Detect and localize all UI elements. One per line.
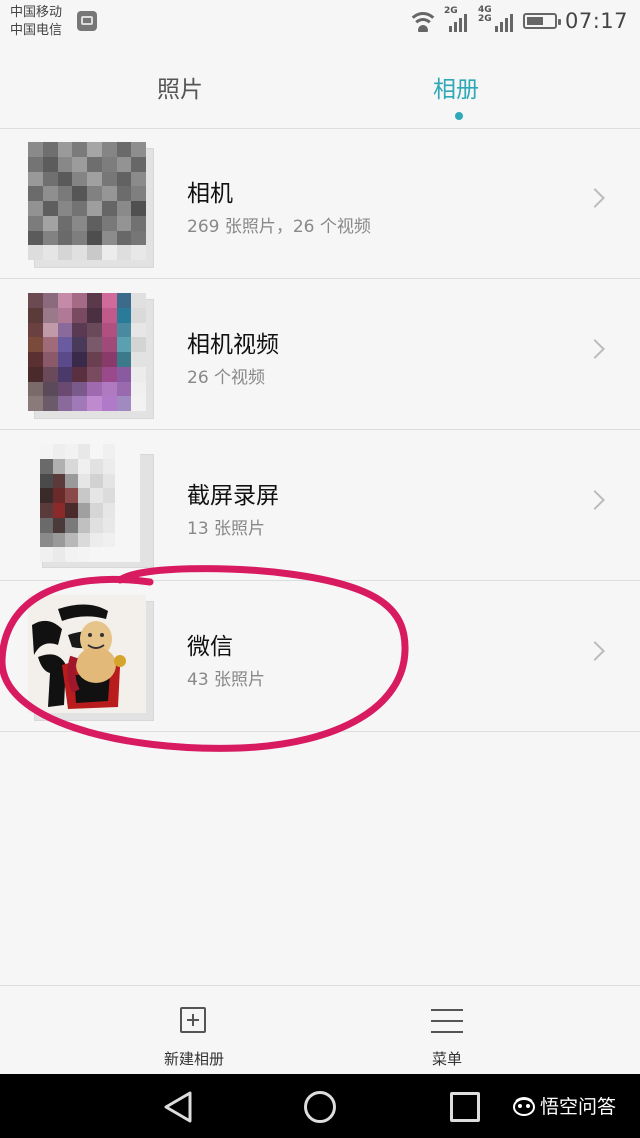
album-row-camera-video[interactable]: 相机视频 26 个视频: [0, 279, 640, 430]
album-row-wechat[interactable]: 微信 43 张照片: [0, 581, 640, 732]
album-count: 26 个视频: [187, 368, 266, 388]
tab-albums[interactable]: 相册: [433, 70, 479, 104]
album-name: 相机视频: [187, 332, 279, 358]
home-icon[interactable]: [304, 1091, 336, 1123]
gallery-notification-icon: [77, 11, 97, 31]
bottom-toolbar: 新建相册 菜单: [0, 985, 640, 1075]
network-type-1: 2G: [443, 6, 458, 16]
album-count: 13 张照片: [187, 519, 266, 539]
pixelated-photo: [28, 142, 146, 260]
chevron-right-icon: [585, 641, 605, 661]
album-row-screenshots[interactable]: 截屏录屏 13 张照片: [0, 430, 640, 581]
battery-fill: [526, 17, 543, 25]
pixelated-photo: [28, 293, 146, 411]
carrier-info: 中国移动 中国电信: [10, 4, 62, 40]
menu-button[interactable]: 菜单: [347, 986, 547, 1075]
menu-icon: [431, 1008, 463, 1034]
carrier-2: 中国电信: [10, 23, 63, 38]
status-bar: 中国移动 中国电信 2G 4G 2G 07:17: [0, 0, 640, 44]
pixelated-photo: [40, 444, 140, 562]
chevron-right-icon: [585, 490, 605, 510]
album-row-camera[interactable]: 相机 269 张照片，26 个视频: [0, 128, 640, 279]
watermark: 悟空问答: [512, 1092, 616, 1119]
new-album-button[interactable]: 新建相册: [94, 986, 294, 1075]
album-thumbnail[interactable]: [28, 142, 154, 268]
album-name: 相机: [187, 181, 233, 207]
album-thumbnail[interactable]: [28, 293, 154, 419]
album-thumbnail[interactable]: [28, 595, 154, 721]
album-name: 微信: [187, 634, 233, 660]
signal-icon-sim1: 2G: [444, 6, 471, 32]
clock: 07:17: [564, 9, 628, 33]
chevron-right-icon: [585, 339, 605, 359]
carrier-1: 中国移动: [10, 5, 63, 20]
tab-bar: 照片 相册: [0, 44, 640, 129]
album-thumbnail[interactable]: [28, 444, 154, 568]
menu-label: 菜单: [431, 1050, 462, 1068]
wukong-logo-icon: [513, 1096, 535, 1116]
status-indicators: 2G 4G 2G 07:17: [408, 6, 628, 36]
network-type-2b: 2G: [477, 14, 492, 24]
album-name: 截屏录屏: [187, 483, 279, 509]
album-list: 相机 269 张照片，26 个视频 相机视频 26 个视频 截屏录屏 13 张照…: [0, 128, 640, 732]
watermark-text: 悟空问答: [540, 1096, 617, 1118]
album-count: 43 张照片: [187, 670, 266, 690]
wifi-icon: [408, 10, 437, 32]
wechat-thumbnail-art: [32, 604, 126, 709]
add-album-icon: [180, 1007, 206, 1033]
fu-character-buddha-image: [28, 595, 146, 713]
tab-photos[interactable]: 照片: [157, 70, 203, 104]
chevron-right-icon: [585, 188, 605, 208]
signal-icon-sim2: 4G 2G: [477, 6, 515, 32]
active-tab-indicator: [455, 112, 463, 120]
battery-icon: [522, 13, 561, 29]
recent-apps-icon[interactable]: [450, 1092, 480, 1122]
system-navigation-bar: 悟空问答: [0, 1074, 640, 1138]
album-count: 269 张照片，26 个视频: [187, 217, 371, 237]
new-album-label: 新建相册: [163, 1050, 224, 1068]
back-icon[interactable]: [162, 1090, 194, 1124]
